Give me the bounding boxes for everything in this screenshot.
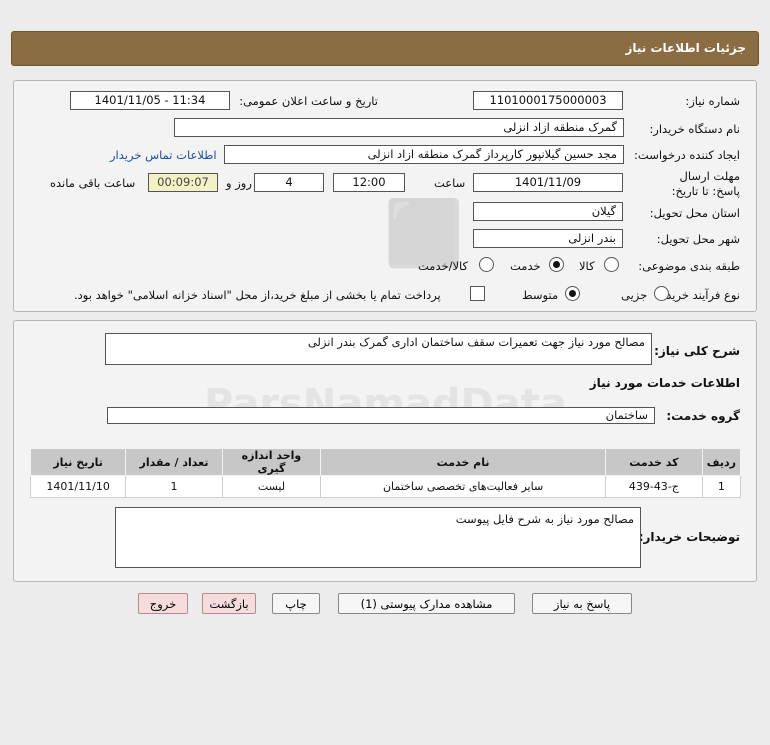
treasury-payment-checkbox[interactable]	[470, 286, 485, 301]
page-title: جزئیات اطلاعات نیاز	[625, 41, 746, 55]
time-label: ساعت	[434, 176, 466, 190]
process-option-minor: جزیی	[621, 288, 648, 302]
deadline-time-field: 12:00	[333, 173, 405, 192]
payment-note: پرداخت تمام یا بخشی از مبلغ خرید،از محل …	[74, 288, 441, 302]
exit-button[interactable]: خروج	[138, 593, 188, 614]
summary-label: شرح کلی نیاز:	[654, 344, 740, 358]
buyer-org-field: گمرک منطقه ازاد انزلی	[174, 118, 624, 137]
process-option-medium: متوسط	[522, 288, 559, 302]
services-table: ردیف کد خدمت نام خدمت واحد اندازه گیری ت…	[29, 448, 742, 498]
deadline-label: مهلت ارسال پاسخ: تا تاریخ:	[660, 169, 740, 199]
summary-field: مصالح مورد نیاز جهت تعمیرات سقف ساختمان …	[105, 333, 652, 365]
col-row: ردیف	[701, 448, 742, 476]
deadline-label-text: مهلت ارسال پاسخ: تا تاریخ:	[671, 169, 740, 198]
cell-service-code: ج-43-439	[604, 475, 703, 498]
process-label: نوع فرآیند خرید :	[658, 288, 740, 302]
buyer-notes-field: مصالح مورد نیاز به شرح فایل پیوست	[115, 507, 641, 568]
cell-service-name: سایر فعالیت‌های تخصصی ساختمان	[320, 475, 606, 498]
buyer-org-label: نام دستگاه خریدار:	[649, 122, 740, 136]
back-button[interactable]: بازگشت	[202, 593, 256, 614]
services-title: اطلاعات خدمات مورد نیاز	[589, 376, 740, 390]
process-radio-minor[interactable]	[654, 286, 669, 301]
province-field: گیلان	[473, 202, 623, 221]
cell-unit: لیست	[221, 475, 322, 498]
category-radio-goods-service[interactable]	[479, 257, 494, 272]
reply-button[interactable]: پاسخ به نیاز	[532, 593, 632, 614]
city-label: شهر محل تحویل:	[656, 232, 740, 246]
cell-quantity: 1	[125, 475, 223, 498]
process-radio-medium[interactable]	[565, 286, 580, 301]
days-field: 4	[254, 173, 324, 192]
need-info-section: ⬛ شماره نیاز: 1101000175000003 تاریخ و س…	[13, 80, 757, 312]
buyer-notes-label: توضیحات خریدار:	[638, 530, 740, 544]
remaining-label: ساعت باقی مانده	[50, 176, 136, 190]
contact-buyer-link[interactable]: اطلاعات تماس خریدار	[110, 148, 217, 162]
page-header: جزئیات اطلاعات نیاز	[11, 31, 759, 66]
print-button[interactable]: چاپ	[272, 593, 320, 614]
category-radio-goods[interactable]	[604, 257, 619, 272]
view-attachments-button[interactable]: مشاهده مدارک پیوستی (1)	[338, 593, 515, 614]
category-label: طبقه بندی موضوعی:	[638, 259, 740, 273]
city-field: بندر انزلی	[473, 229, 623, 248]
need-number-field: 1101000175000003	[473, 91, 623, 110]
services-table-header: ردیف کد خدمت نام خدمت واحد اندازه گیری ت…	[29, 448, 742, 476]
service-group-field: ساختمان	[107, 407, 655, 424]
cell-row: 1	[701, 475, 742, 498]
category-option-service: خدمت	[510, 259, 541, 273]
creator-label: ایجاد کننده درخواست:	[634, 148, 740, 162]
deadline-date-field: 1401/11/09	[473, 173, 623, 192]
service-group-label: گروه خدمت:	[666, 409, 740, 423]
need-number-label: شماره نیاز:	[685, 94, 740, 108]
col-unit: واحد اندازه گیری	[221, 448, 322, 476]
announce-field: 1401/11/05 - 11:34	[70, 91, 230, 110]
days-label: روز و	[226, 176, 252, 190]
col-service-code: کد خدمت	[604, 448, 703, 476]
remaining-time-field: 00:09:07	[148, 173, 218, 192]
cell-need-date: 1401/11/10	[29, 475, 127, 498]
col-quantity: تعداد / مقدار	[125, 448, 223, 476]
province-label: استان محل تحویل:	[649, 206, 740, 220]
category-option-goods: کالا	[579, 259, 595, 273]
need-details-section: ParsNamadData شرح کلی نیاز: مصالح مورد ن…	[13, 320, 757, 582]
table-row: 1 ج-43-439 سایر فعالیت‌های تخصصی ساختمان…	[29, 475, 742, 498]
category-option-goods-service: کالا/خدمت	[418, 259, 469, 273]
category-radio-service[interactable]	[549, 257, 564, 272]
announce-label: تاریخ و ساعت اعلان عمومی:	[239, 94, 378, 108]
col-need-date: تاریخ نیاز	[29, 448, 127, 476]
creator-field: مجد حسین گیلانپور کارپرداز گمرک منطقه از…	[224, 145, 624, 164]
col-service-name: نام خدمت	[320, 448, 606, 476]
